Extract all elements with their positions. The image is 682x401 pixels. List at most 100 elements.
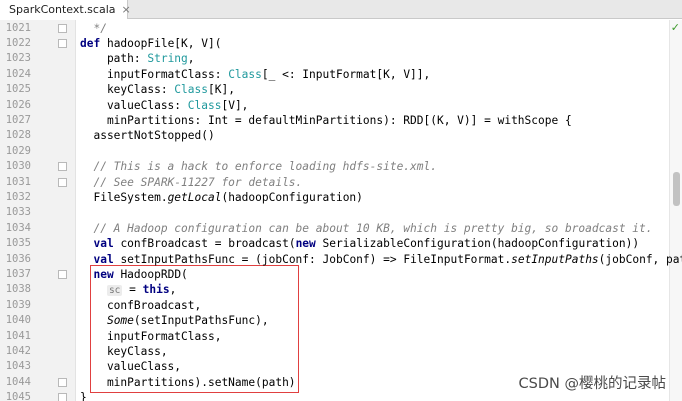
code-text: inputFormatClass: Class[_ <: InputFormat… [80, 67, 430, 82]
code-line[interactable]: 1035 val confBroadcast = broadcast(new S… [0, 236, 668, 251]
code-text: FileSystem.getLocal(hadoopConfiguration) [80, 190, 362, 205]
fold-marker-icon[interactable] [58, 23, 67, 33]
code-line[interactable]: 1032 FileSystem.getLocal(hadoopConfigura… [0, 190, 668, 205]
code-line[interactable]: 1028 assertNotStopped() [0, 128, 668, 143]
line-number: 1043 [5, 360, 31, 373]
code-text: valueClass: Class[V], [80, 98, 248, 113]
code-line[interactable]: 1026 valueClass: Class[V], [0, 98, 668, 113]
parameter-hint: sc [106, 285, 123, 297]
fold-marker-icon[interactable] [58, 377, 67, 387]
line-number: 1022 [5, 36, 31, 49]
tab-filename: SparkContext.scala [9, 3, 116, 16]
code-line[interactable]: 1030 // This is a hack to enforce loadin… [0, 159, 668, 174]
code-token: // A Hadoop configuration can be about 1… [80, 221, 653, 235]
line-number: 1035 [5, 237, 31, 250]
code-line[interactable]: 1034 // A Hadoop configuration can be ab… [0, 221, 668, 236]
code-line[interactable]: 1025 keyClass: Class[K], [0, 82, 668, 97]
line-number: 1030 [5, 160, 31, 173]
code-line[interactable]: 1041 inputFormatClass, [0, 329, 668, 344]
code-line[interactable]: 1038 sc = this, [0, 282, 668, 297]
code-token: new [295, 237, 316, 251]
code-token: // See SPARK-11227 for details. [80, 175, 303, 189]
line-number: 1023 [5, 52, 31, 65]
fold-marker-icon[interactable] [58, 393, 67, 401]
code-token: inputFormatClass: [80, 67, 229, 81]
code-line[interactable]: 1043 valueClass, [0, 359, 668, 374]
inspection-ok-icon: ✓ [670, 21, 680, 34]
code-token: [_ <: InputFormat[K, V]], [261, 67, 431, 81]
code-token: inputFormatClass, [80, 329, 222, 343]
code-token: FileSystem. [80, 190, 168, 204]
fold-marker-icon[interactable] [58, 269, 67, 279]
code-text: inputFormatClass, [80, 329, 222, 344]
close-tab-icon[interactable]: × [122, 3, 131, 16]
code-line[interactable]: 1033 [0, 205, 668, 220]
line-number: 1036 [5, 252, 31, 265]
line-number: 1021 [5, 21, 31, 34]
code-token: confBroadcast = broadcast( [113, 237, 296, 251]
line-number: 1034 [5, 221, 31, 234]
line-number: 1026 [5, 98, 31, 111]
code-token: keyClass: [80, 83, 175, 97]
code-token: Class [228, 67, 262, 81]
line-number: 1042 [5, 344, 31, 357]
code-line[interactable]: 1036 val setInputPathsFunc = (jobConf: J… [0, 252, 682, 267]
code-text: // A Hadoop configuration can be about 1… [80, 221, 653, 236]
line-number: 1039 [5, 298, 31, 311]
code-line[interactable]: 1045} [0, 390, 668, 401]
code-token: val [93, 252, 114, 266]
code-text: minPartitions).setName(path) [80, 375, 296, 390]
code-line[interactable]: 1023 path: String, [0, 51, 668, 66]
code-token: valueClass: [80, 98, 188, 112]
code-text: */ [80, 21, 107, 36]
line-number: 1037 [5, 267, 31, 280]
line-number: 1044 [5, 375, 31, 388]
scrollbar-thumb[interactable] [673, 172, 680, 206]
line-number: 1033 [5, 206, 31, 219]
code-text: // This is a hack to enforce loading hdf… [80, 159, 437, 174]
editor-tab-bar: SparkContext.scala × [0, 0, 682, 19]
code-text: // See SPARK-11227 for details. [80, 175, 302, 190]
code-text: sc = this, [80, 282, 176, 298]
line-number: 1045 [5, 391, 31, 401]
code-line[interactable]: 1044 minPartitions).setName(path) [0, 375, 668, 390]
code-line[interactable]: 1022 def hadoopFile[K, V]( [0, 36, 668, 51]
fold-marker-icon[interactable] [58, 38, 67, 48]
code-line[interactable]: 1040 Some(setInputPathsFunc), [0, 313, 668, 328]
code-token: assertNotStopped() [80, 129, 215, 143]
code-token: def [80, 36, 101, 50]
code-line[interactable]: 1039 confBroadcast, [0, 298, 668, 313]
code-token: this [142, 283, 170, 297]
code-line[interactable]: 1037 new HadoopRDD( [0, 267, 668, 282]
code-token: valueClass, [80, 360, 182, 374]
code-line[interactable]: 1021 */ [0, 21, 668, 36]
tab-sparkcontext-scala[interactable]: SparkContext.scala × [0, 0, 131, 19]
code-line[interactable]: 1031 // See SPARK-11227 for details. [0, 175, 668, 190]
code-text: } [80, 390, 87, 401]
code-text: keyClass: Class[K], [80, 82, 235, 97]
code-line[interactable]: 1029 [0, 144, 668, 159]
fold-marker-icon[interactable] [58, 162, 67, 172]
code-token: = [122, 283, 143, 297]
code-line[interactable]: 1042 keyClass, [0, 344, 668, 359]
line-number: 1040 [5, 314, 31, 327]
code-text: path: String, [80, 51, 195, 66]
fold-marker-icon[interactable] [58, 177, 67, 187]
code-token: */ [80, 21, 107, 35]
code-token: hadoopFile[K, V]( [100, 36, 222, 50]
code-token: getLocal [167, 190, 222, 204]
code-line[interactable]: 1027 minPartitions: Int = defaultMinPart… [0, 113, 668, 128]
vertical-scrollbar[interactable] [669, 20, 682, 401]
code-token: [V], [221, 98, 249, 112]
code-line[interactable]: 1024 inputFormatClass: Class[_ <: InputF… [0, 67, 668, 82]
line-number: 1028 [5, 129, 31, 142]
code-text: valueClass, [80, 359, 181, 374]
code-token: confBroadcast, [80, 298, 202, 312]
line-number: 1031 [5, 175, 31, 188]
code-token: } [80, 391, 87, 401]
